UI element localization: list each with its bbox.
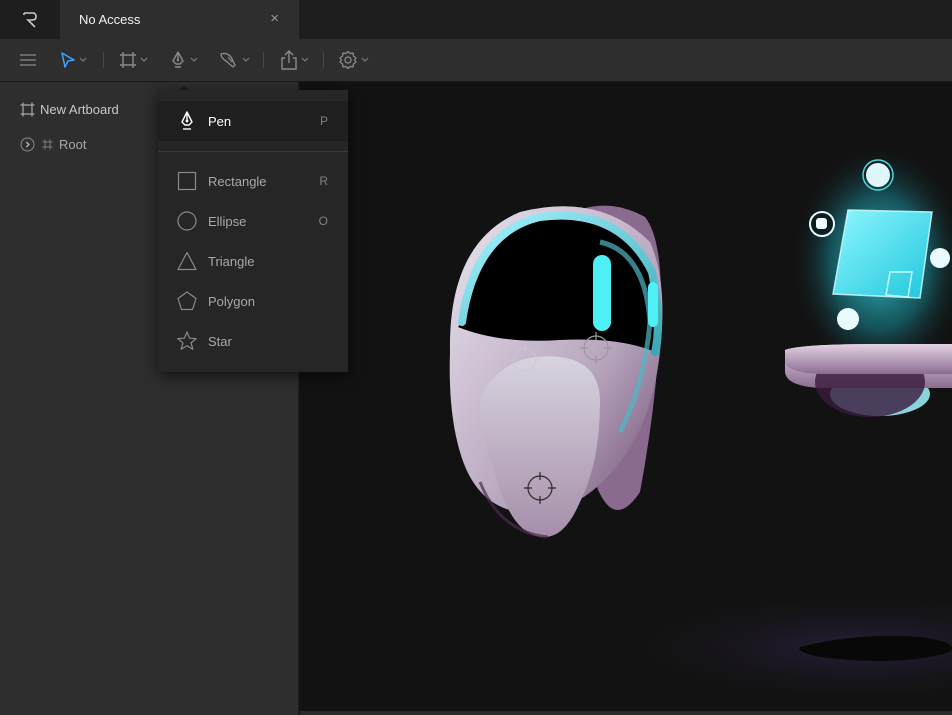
chevron-down-icon [301, 57, 309, 62]
toolbar-divider [323, 52, 324, 68]
menu-item-label: Triangle [208, 254, 255, 269]
title-bar: No Access × [0, 0, 952, 39]
pen-tool-button[interactable] [169, 39, 198, 81]
menu-item-label: Polygon [208, 294, 255, 309]
chevron-down-icon [190, 57, 198, 62]
canvas-artwork [449, 142, 952, 707]
menu-item-triangle[interactable]: Triangle [158, 241, 348, 281]
toolbar [0, 39, 952, 82]
menu-item-rectangle[interactable]: Rectangle R [158, 161, 348, 201]
chevron-down-icon [79, 57, 87, 62]
helmet-illustration [449, 205, 663, 539]
settings-button[interactable] [338, 39, 369, 81]
select-tool-button[interactable] [60, 39, 87, 81]
menu-item-ellipse[interactable]: Ellipse O [158, 201, 348, 241]
chevron-down-icon [140, 57, 148, 62]
canvas[interactable] [300, 82, 952, 715]
menu-item-label: Pen [208, 114, 232, 129]
layer-artboard[interactable]: New Artboard [20, 102, 119, 117]
brush-tool-button[interactable] [219, 39, 250, 81]
chevron-down-icon [361, 57, 369, 62]
triangle-icon [177, 251, 197, 271]
menu-item-shortcut: O [318, 214, 328, 228]
holo-cube-illustration [785, 142, 952, 417]
pen-tool-menu: Pen P Rectangle R Ellipse O Triangle Pol… [158, 90, 348, 372]
menu-item-shortcut: P [319, 114, 328, 128]
menu-item-label: Ellipse [208, 214, 247, 229]
pen-icon [181, 111, 193, 130]
expand-arrow-icon[interactable] [20, 137, 35, 152]
settings-icon [339, 50, 357, 70]
pen-tool-icon [172, 51, 184, 68]
app-logo-icon[interactable] [0, 0, 60, 39]
export-button[interactable] [280, 39, 309, 81]
star-icon [177, 331, 197, 350]
menu-item-star[interactable]: Star [158, 321, 348, 361]
export-icon [281, 50, 297, 70]
menu-divider [158, 151, 348, 152]
menu-icon[interactable] [19, 39, 37, 81]
brush-tool-icon [220, 52, 236, 68]
rectangle-icon [177, 171, 197, 191]
group-icon [42, 139, 53, 150]
tab-title: No Access [79, 12, 141, 27]
document-tab[interactable]: No Access × [60, 0, 299, 39]
chevron-down-icon [242, 57, 250, 62]
toolbar-divider [103, 52, 104, 68]
layer-root[interactable]: Root [20, 137, 86, 152]
menu-item-label: Rectangle [208, 174, 267, 189]
select-tool-icon [61, 52, 75, 68]
tab-close-icon[interactable]: × [270, 10, 279, 28]
menu-item-label: Star [208, 334, 232, 349]
menu-item-shortcut: R [319, 174, 328, 188]
polygon-icon [177, 291, 197, 311]
artboard-tool-icon [120, 52, 136, 68]
toolbar-divider [263, 52, 264, 68]
menu-item-pen[interactable]: Pen P [158, 101, 348, 141]
root-label: Root [59, 137, 87, 152]
horizontal-scrollbar[interactable] [300, 711, 952, 715]
artboard-label: New Artboard [40, 102, 119, 117]
menu-item-polygon[interactable]: Polygon [158, 281, 348, 321]
ellipse-icon [177, 211, 197, 231]
artboard-tool-button[interactable] [119, 39, 148, 81]
artboard-icon [20, 102, 35, 117]
